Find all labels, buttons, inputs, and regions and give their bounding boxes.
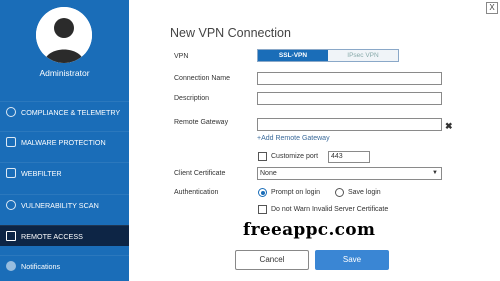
sidebar-item-notifications[interactable]: Notifications	[0, 255, 129, 276]
sidebar-item-malware[interactable]: MALWARE PROTECTION	[0, 131, 129, 152]
webfilter-icon	[6, 168, 16, 178]
vpn-type-toggle: SSL-VPN IPsec VPN	[257, 49, 399, 62]
client-certificate-select[interactable]: None ▼	[257, 167, 442, 180]
sidebar-item-label: COMPLIANCE & TELEMETRY	[21, 107, 121, 117]
user-name: Administrator	[39, 68, 90, 78]
chevron-down-icon: ▼	[432, 170, 438, 176]
remote-gateway-label: Remote Gateway	[174, 119, 229, 126]
vpn-label: VPN	[174, 53, 189, 60]
connection-name-input[interactable]	[257, 72, 442, 85]
avatar	[36, 7, 92, 63]
sidebar-item-label: REMOTE ACCESS	[21, 231, 83, 241]
customize-port-checkbox[interactable]	[258, 152, 267, 161]
sidebar-item-label: MALWARE PROTECTION	[21, 137, 106, 147]
page-title: New VPN Connection	[170, 26, 291, 40]
client-certificate-label: Client Certificate	[174, 170, 226, 177]
connection-name-label: Connection Name	[174, 75, 231, 82]
watermark-text: freeappc.com	[243, 220, 376, 240]
sidebar-item-label: WEBFILTER	[21, 168, 62, 178]
remote-gateway-input[interactable]	[257, 118, 442, 131]
prompt-on-login-label: Prompt on login	[271, 189, 321, 196]
sidebar: Administrator COMPLIANCE & TELEMETRY MAL…	[0, 0, 129, 281]
sidebar-item-webfilter[interactable]: WEBFILTER	[0, 162, 129, 183]
vulnerability-icon	[6, 200, 16, 210]
prompt-on-login-radio[interactable]	[258, 188, 267, 197]
save-login-label: Save login	[348, 189, 381, 196]
client-certificate-value: None	[260, 170, 277, 177]
remove-gateway-icon[interactable]: ✖	[445, 121, 453, 132]
customize-port-label: Customize port	[271, 153, 319, 160]
description-input[interactable]	[257, 92, 442, 105]
sidebar-item-vulnerability[interactable]: VULNERABILITY SCAN	[0, 194, 129, 215]
remote-access-icon	[6, 231, 16, 241]
ssl-vpn-option[interactable]: SSL-VPN	[258, 50, 328, 61]
close-button[interactable]: X	[486, 2, 498, 14]
sidebar-item-label: VULNERABILITY SCAN	[21, 200, 99, 210]
sidebar-item-label: Notifications	[21, 261, 61, 271]
save-login-radio[interactable]	[335, 188, 344, 197]
save-button[interactable]: Save	[315, 250, 389, 270]
compliance-icon	[6, 107, 16, 117]
authentication-label: Authentication	[174, 189, 219, 196]
malware-shield-icon	[6, 137, 16, 147]
description-label: Description	[174, 95, 210, 102]
port-input[interactable]: 443	[328, 151, 370, 163]
sidebar-item-remote-access[interactable]: REMOTE ACCESS	[0, 225, 129, 246]
cancel-button[interactable]: Cancel	[235, 250, 309, 270]
sidebar-item-compliance[interactable]: COMPLIANCE & TELEMETRY	[0, 101, 129, 122]
notifications-icon	[6, 261, 16, 271]
add-remote-gateway-link[interactable]: +Add Remote Gateway	[257, 135, 330, 142]
user-avatar-icon	[36, 7, 92, 63]
ipsec-vpn-option[interactable]: IPsec VPN	[328, 50, 398, 61]
invalid-cert-label: Do not Warn Invalid Server Certificate	[271, 206, 389, 213]
invalid-cert-checkbox[interactable]	[258, 205, 267, 214]
